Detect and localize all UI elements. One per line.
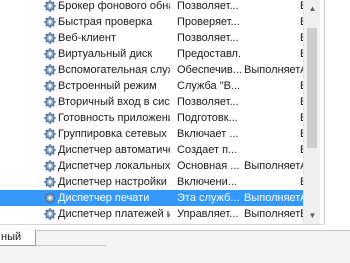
service-row[interactable]: Быстрая проверкаПроверяет...Вр xyxy=(0,14,303,30)
service-state xyxy=(244,78,300,94)
service-name: Группировка сетевых учас... xyxy=(58,128,170,140)
gear-icon xyxy=(44,144,56,156)
service-state xyxy=(244,14,300,30)
service-row[interactable]: Диспетчер настройки устр...Включени...Вр xyxy=(0,174,303,190)
service-name: Диспетчер платежей и NF... xyxy=(58,208,170,220)
service-row[interactable]: Диспетчер локальных сеа... Основная ... Вы… xyxy=(0,158,303,174)
service-name: Диспетчер настройки устр... xyxy=(58,176,170,188)
service-description: Проверяет... xyxy=(177,16,240,28)
gear-icon xyxy=(44,64,56,76)
gear-icon xyxy=(44,80,56,92)
service-description: Служба "В... xyxy=(177,80,241,92)
gear-icon xyxy=(44,48,56,60)
scrollbar-thumb[interactable] xyxy=(307,28,317,148)
service-description: Позволяет... xyxy=(177,0,239,12)
service-name: Брокер фонового обнару... xyxy=(58,0,170,12)
service-state xyxy=(244,174,300,190)
service-name: Встроенный режим xyxy=(58,80,157,92)
service-row[interactable]: Готовность приложенийПодготовк...Вр xyxy=(0,110,303,126)
service-name: Веб-клиент xyxy=(58,32,117,44)
service-state xyxy=(244,126,300,142)
gear-icon xyxy=(44,112,56,124)
service-state: Выполняется xyxy=(244,160,300,172)
service-description: Включает ... xyxy=(177,128,239,140)
gear-icon xyxy=(44,128,56,140)
service-state xyxy=(244,94,300,110)
tab-extended[interactable] xyxy=(36,235,106,246)
scroll-up-arrow-icon[interactable]: ▲ xyxy=(304,0,321,17)
service-row[interactable]: Встроенный режимСлужба "В...Вр xyxy=(0,78,303,94)
service-row[interactable]: Диспетчер автоматически...Создает п...Вр xyxy=(0,142,303,158)
gear-icon xyxy=(44,208,56,220)
service-state xyxy=(244,110,300,126)
service-description: Основная ... xyxy=(177,160,240,172)
service-description: Позволяет... xyxy=(177,96,239,108)
panel-border xyxy=(324,0,325,230)
gear-icon xyxy=(44,192,56,204)
service-name: Вторичный вход в систему xyxy=(58,96,170,108)
service-description: Предоставл... xyxy=(177,48,241,60)
service-state: Выполняется xyxy=(244,64,300,76)
scroll-down-arrow-icon[interactable]: ▼ xyxy=(304,207,321,224)
tab-label: ный xyxy=(1,231,22,243)
service-row-selected[interactable]: Диспетчер печатиЭта служб...ВыполняетсяА… xyxy=(0,190,303,206)
service-name: Быстрая проверка xyxy=(58,16,153,28)
service-row[interactable]: Группировка сетевых учас...Включает ...В… xyxy=(0,126,303,142)
gear-icon xyxy=(44,0,56,12)
service-state: Выполняется xyxy=(244,208,300,220)
service-name: Диспетчер локальных сеа... xyxy=(58,160,170,172)
gear-icon xyxy=(44,96,56,108)
service-name: Готовность приложений xyxy=(58,112,170,124)
service-row[interactable]: Виртуальный дискПредоставл...Вр xyxy=(0,46,303,62)
service-name: Диспетчер автоматически... xyxy=(58,144,170,156)
service-description: Подготовк... xyxy=(177,112,238,124)
service-description: Эта служб... xyxy=(177,192,240,204)
service-description: Управляет... xyxy=(177,208,239,220)
service-description: Обеспечив... xyxy=(177,64,241,76)
services-list: Брокер фонового обнару...Позволяет...ВрБ… xyxy=(0,0,303,224)
service-state xyxy=(244,46,300,62)
service-row[interactable]: Вспомогательная служба IP Обеспечив...Вып… xyxy=(0,62,303,78)
services-window: Брокер фонового обнару...Позволяет...ВрБ… xyxy=(0,0,350,263)
view-tabs-bar: ный xyxy=(0,230,350,263)
service-state: Выполняется xyxy=(244,192,300,204)
service-name: Вспомогательная служба IP xyxy=(58,64,170,76)
service-name: Виртуальный диск xyxy=(58,48,153,60)
service-row[interactable]: Вторичный вход в системуПозволяет...Вр xyxy=(0,94,303,110)
gear-icon xyxy=(44,176,56,188)
gear-icon xyxy=(44,160,56,172)
service-state xyxy=(244,142,300,158)
service-state xyxy=(244,30,300,46)
tab-standard[interactable]: ный xyxy=(0,230,36,246)
service-description: Включени... xyxy=(177,176,237,188)
service-row[interactable]: Веб-клиентПозволяет...Вр xyxy=(0,30,303,46)
vertical-scrollbar[interactable]: ▲ ▼ xyxy=(303,0,320,224)
service-description: Создает п... xyxy=(177,144,238,156)
gear-icon xyxy=(44,32,56,44)
service-name: Диспетчер печати xyxy=(58,192,150,204)
service-row[interactable]: Диспетчер платежей и NF... Управляет... Вы… xyxy=(0,206,303,222)
service-row[interactable]: Брокер фонового обнару...Позволяет...Вр xyxy=(0,0,303,14)
service-description: Позволяет... xyxy=(177,32,239,44)
gear-icon xyxy=(44,16,56,28)
service-state xyxy=(244,0,300,14)
